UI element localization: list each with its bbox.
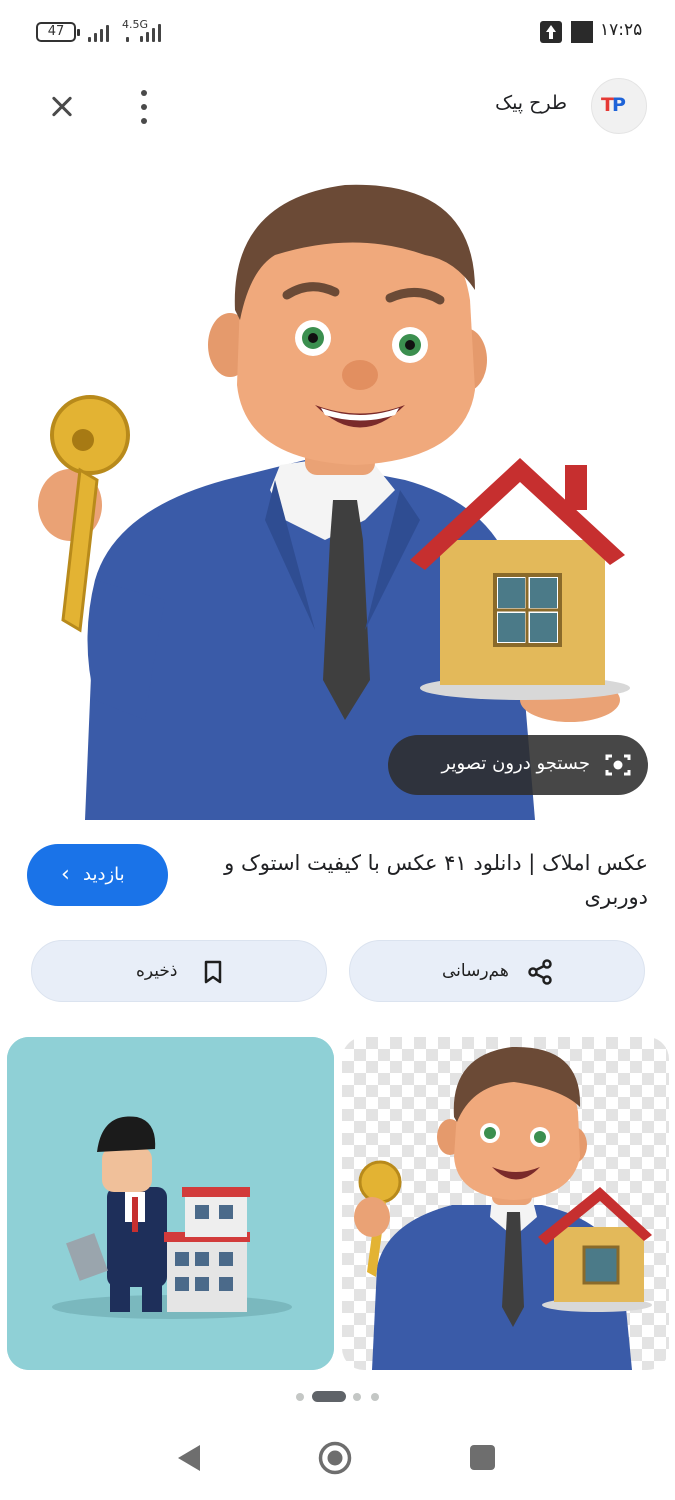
page-dot-active	[312, 1391, 346, 1402]
related-image-thumbnail[interactable]	[342, 1037, 669, 1370]
signal-icon-2	[126, 22, 166, 42]
close-button[interactable]	[40, 85, 84, 129]
pagination-dots	[0, 1390, 675, 1404]
share-button[interactable]: هم‌رسانی	[349, 940, 645, 1002]
search-inside-image-button[interactable]: جستجو درون تصویر	[388, 735, 648, 795]
visit-button[interactable]: ‹ بازدید	[27, 844, 168, 906]
main-image[interactable]	[25, 160, 650, 820]
logo-letter-p: P	[611, 94, 626, 116]
search-inside-image-label: جستجو درون تصویر	[441, 753, 590, 774]
related-image-thumbnail[interactable]	[7, 1037, 334, 1370]
signal-icon-1	[88, 22, 118, 42]
result-title[interactable]: عکس املاک | دانلود ۴۱ عکس با کیفیت استوک…	[198, 846, 648, 914]
more-options-button[interactable]	[128, 85, 160, 129]
save-button[interactable]: ذخیره	[31, 940, 327, 1002]
notification-icon	[571, 21, 593, 43]
share-icon	[528, 959, 552, 985]
lens-camera-icon	[605, 754, 631, 776]
system-nav-bar	[0, 1425, 675, 1500]
page-dot	[353, 1393, 361, 1401]
back-icon[interactable]	[176, 1443, 202, 1473]
top-bar: طرح پیک TP	[0, 70, 675, 140]
logo-letter-t: T	[601, 94, 614, 116]
page-dot	[296, 1393, 304, 1401]
upload-icon	[540, 21, 562, 43]
battery-icon: 47	[36, 22, 80, 42]
bookmark-icon	[204, 960, 222, 984]
save-label: ذخیره	[136, 961, 178, 981]
site-logo[interactable]: TP	[591, 78, 647, 134]
status-bar: 47 4.5G ۱۷:۲۵	[0, 0, 675, 64]
home-icon[interactable]	[318, 1441, 352, 1475]
chevron-left-icon: ‹	[61, 862, 70, 887]
battery-level: 47	[47, 24, 65, 39]
clock: ۱۷:۲۵	[600, 20, 643, 40]
recents-icon[interactable]	[470, 1445, 495, 1470]
visit-label: بازدید	[83, 864, 125, 885]
site-name[interactable]: طرح پیک	[495, 92, 567, 114]
page-dot	[371, 1393, 379, 1401]
share-label: هم‌رسانی	[442, 961, 509, 981]
